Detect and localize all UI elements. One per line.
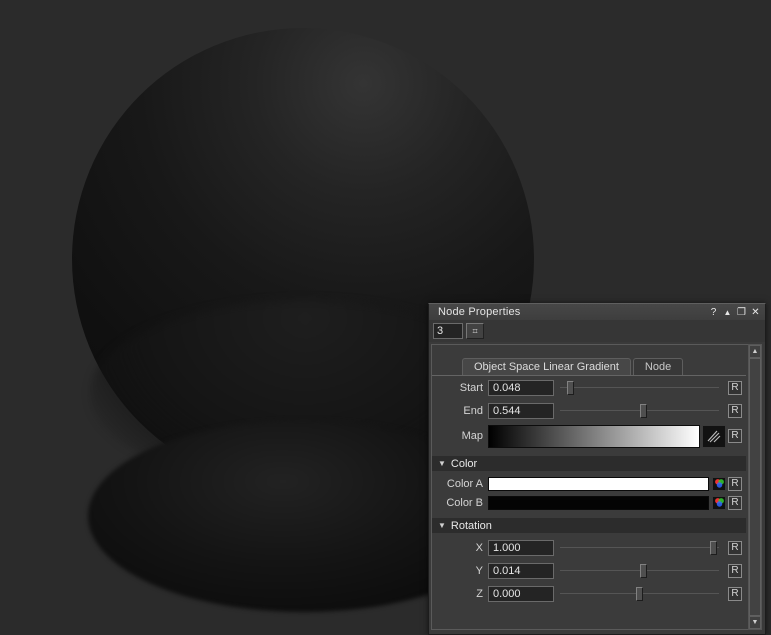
rotation-section-header[interactable]: ▼ Rotation [432,518,746,533]
map-label: Map [432,430,488,442]
application-window: Node Properties ? ▲ ❐ ✕ ⌗ Object Space L… [0,0,771,635]
collapse-icon[interactable]: ▲ [721,306,734,319]
color-a-reset-button[interactable]: R [728,477,742,491]
tab-bar: Object Space Linear Gradient Node [432,357,746,376]
rotation-y-row: Y R [432,559,746,582]
rotation-z-row: Z R [432,582,746,605]
end-reset-button[interactable]: R [728,404,742,418]
start-slider[interactable] [560,380,719,396]
panel-titlebar[interactable]: Node Properties ? ▲ ❐ ✕ [429,304,765,320]
map-row: Map R [432,422,746,450]
rotation-z-label: Z [432,588,488,600]
start-label: Start [432,382,488,394]
close-icon[interactable]: ✕ [749,306,762,319]
rotation-x-input[interactable] [488,540,554,556]
start-value-input[interactable] [488,380,554,396]
rotation-y-slider[interactable] [560,563,719,579]
rotation-z-slider-handle[interactable] [636,587,643,601]
color-collapse-icon: ▼ [438,459,446,468]
node-properties-panel: Node Properties ? ▲ ❐ ✕ ⌗ Object Space L… [428,303,766,635]
color-wheel-icon [714,497,725,508]
start-slider-handle[interactable] [567,381,574,395]
start-slider-track [560,387,719,388]
node-index-input[interactable] [433,323,463,339]
rotation-x-label: X [432,542,488,554]
map-reset-button[interactable]: R [728,429,742,443]
rotation-x-slider-track [560,547,719,548]
rotation-z-slider[interactable] [560,586,719,602]
rotation-collapse-icon: ▼ [438,521,446,530]
start-reset-button[interactable]: R [728,381,742,395]
rotation-z-reset-button[interactable]: R [728,587,742,601]
color-a-picker-button[interactable] [712,477,726,491]
rotation-y-label: Y [432,565,488,577]
end-slider-handle[interactable] [640,404,647,418]
gradient-pen-icon [706,429,722,443]
rotation-y-slider-handle[interactable] [640,564,647,578]
rotation-x-reset-button[interactable]: R [728,541,742,555]
float-icon[interactable]: ❐ [735,306,748,319]
start-row: Start R [432,376,746,399]
scroll-up-icon[interactable]: ▲ [749,345,761,358]
color-b-reset-button[interactable]: R [728,496,742,510]
end-row: End R [432,399,746,422]
end-value-input[interactable] [488,403,554,419]
rotation-x-row: X R [432,536,746,559]
color-b-label: Color B [432,497,488,509]
rotation-z-input[interactable] [488,586,554,602]
tab-node[interactable]: Node [633,358,683,375]
rotation-x-slider[interactable] [560,540,719,556]
rotation-y-reset-button[interactable]: R [728,564,742,578]
panel-content: Object Space Linear Gradient Node Start … [431,344,762,630]
color-section-title: Color [451,458,477,470]
color-section-header[interactable]: ▼ Color [432,456,746,471]
color-wheel-icon [714,478,725,489]
panel-title: Node Properties [438,306,706,318]
node-index-row: ⌗ [429,320,765,342]
color-a-swatch[interactable] [488,477,709,491]
tab-object-space-linear-gradient[interactable]: Object Space Linear Gradient [462,358,631,375]
panel-scrollbar[interactable]: ▲ ▼ [748,344,762,630]
color-b-swatch[interactable] [488,496,709,510]
color-a-row: Color A R [432,474,746,493]
node-index-options-button[interactable]: ⌗ [466,323,484,339]
color-b-row: Color B R [432,493,746,512]
color-a-label: Color A [432,478,488,490]
end-label: End [432,405,488,417]
map-gradient-strip[interactable] [488,425,700,448]
end-slider[interactable] [560,403,719,419]
scrollbar-thumb[interactable] [749,358,761,616]
gradient-edit-button[interactable] [702,425,726,448]
scroll-down-icon[interactable]: ▼ [749,616,761,629]
rotation-y-input[interactable] [488,563,554,579]
rotation-x-slider-handle[interactable] [710,541,717,555]
color-b-picker-button[interactable] [712,496,726,510]
help-icon[interactable]: ? [707,306,720,319]
rotation-section-title: Rotation [451,520,492,532]
